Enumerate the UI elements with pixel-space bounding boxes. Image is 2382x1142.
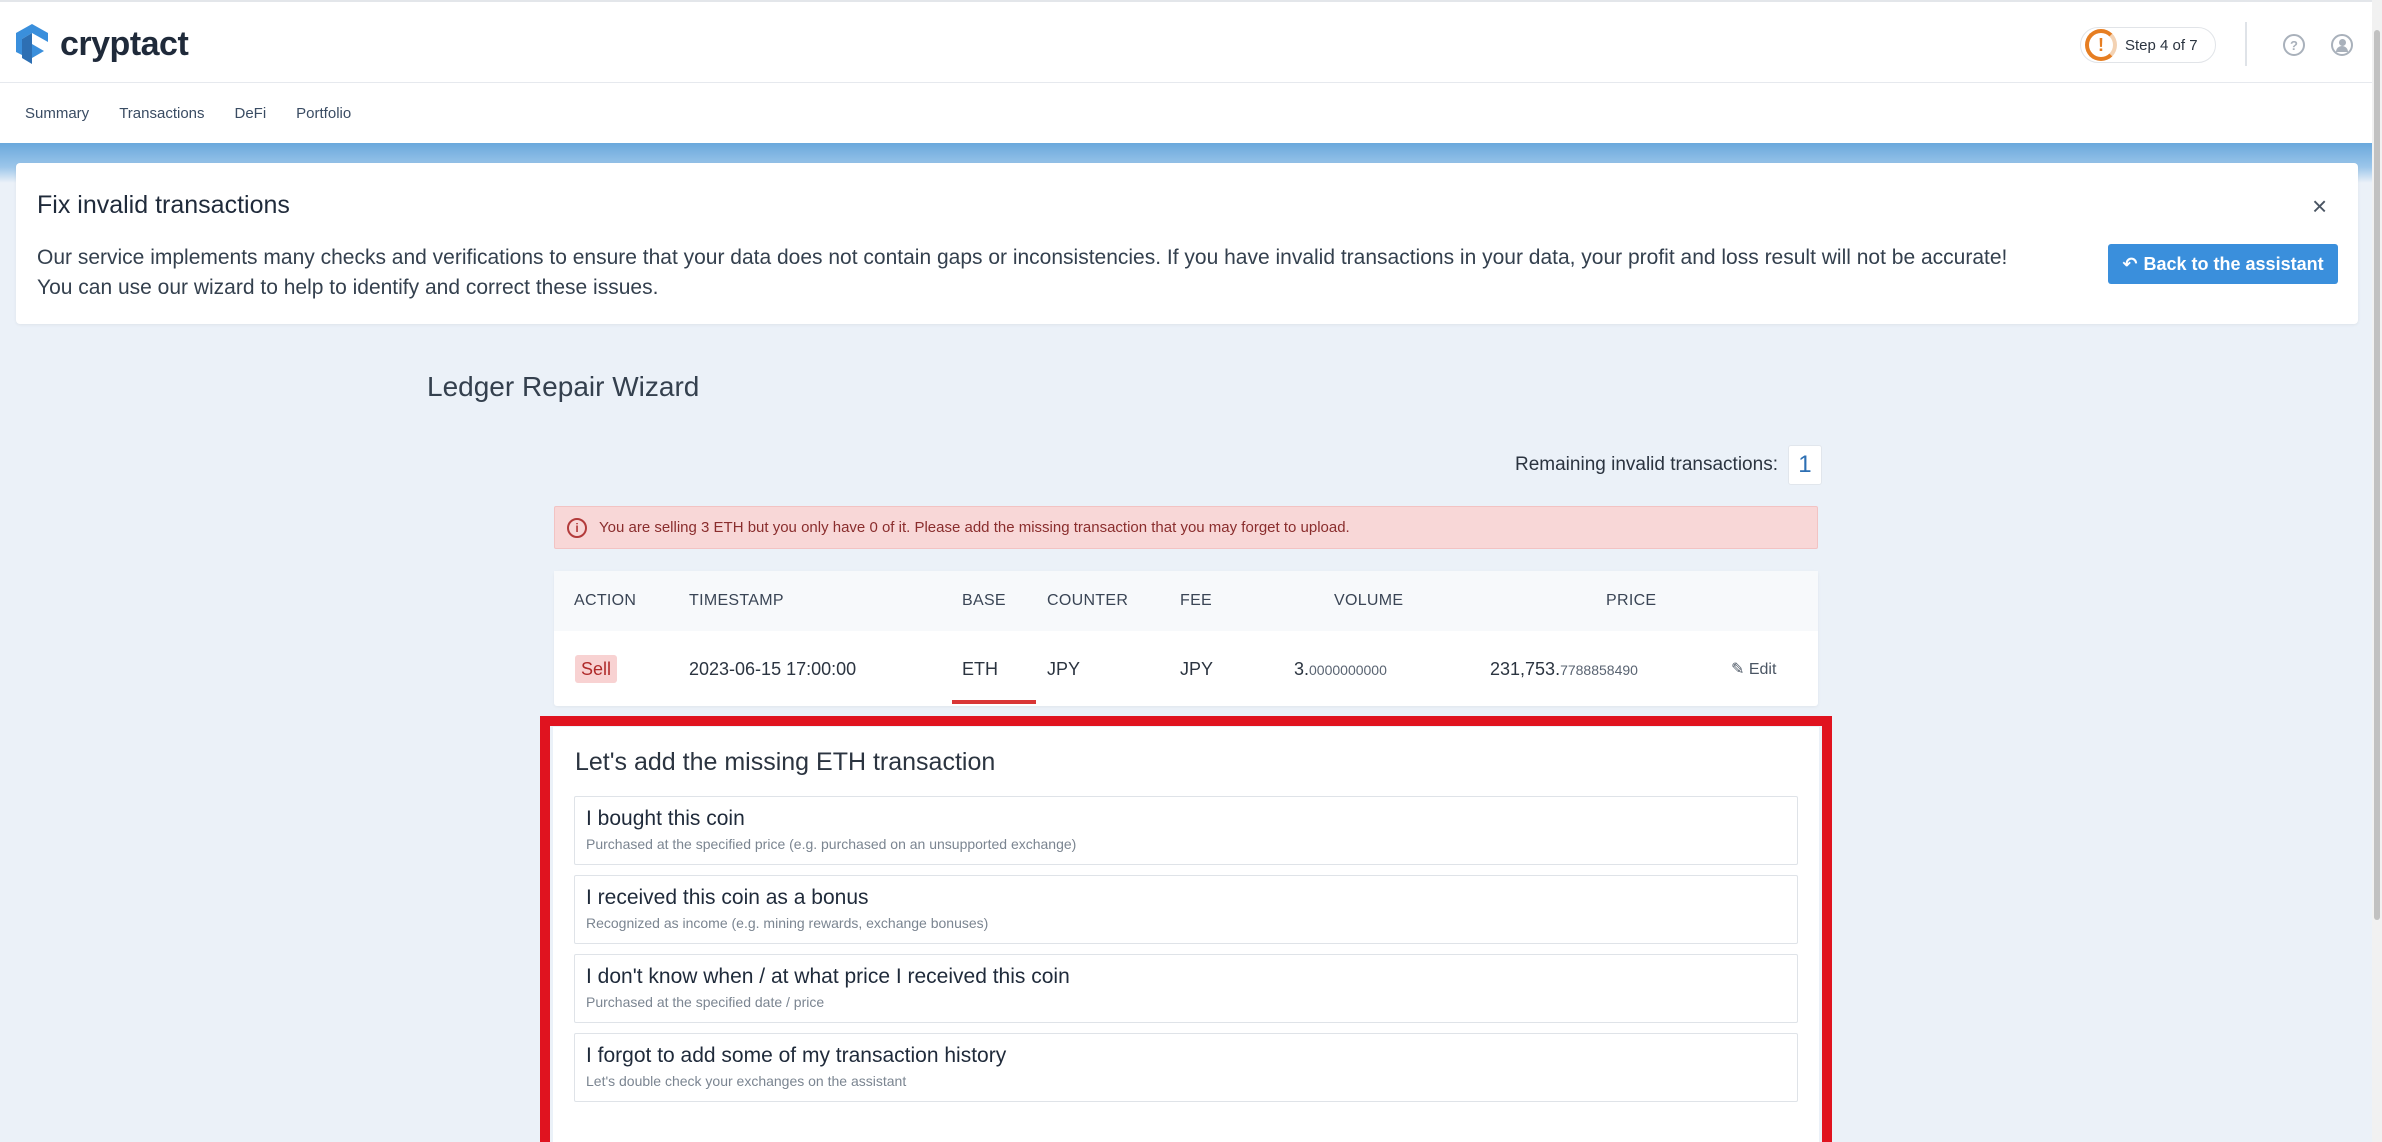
user-icon[interactable]: [2331, 34, 2353, 56]
base-highlight-underline: [952, 700, 1036, 704]
volume-decimals: 0000000000: [1309, 662, 1387, 678]
back-arrow-icon: ↶: [2122, 253, 2138, 274]
fix-card-description: Our service implements many checks and v…: [37, 243, 2037, 303]
column-header-base: BASE: [962, 592, 1006, 609]
column-header-action: ACTION: [574, 592, 637, 609]
wizard-title: Ledger Repair Wizard: [427, 371, 700, 402]
nav-item-transactions[interactable]: Transactions: [119, 105, 204, 122]
volume-integer: 3.: [1294, 659, 1310, 679]
back-to-assistant-button[interactable]: ↶ Back to the assistant: [2108, 244, 2338, 284]
scrollbar[interactable]: [2372, 0, 2382, 1142]
nav-item-summary[interactable]: Summary: [25, 105, 89, 122]
column-header-counter: COUNTER: [1047, 592, 1129, 609]
fix-card-text-line2: You can use our wizard to help to identi…: [37, 276, 659, 299]
counter-cell: JPY: [1047, 659, 1081, 679]
fix-card-title: Fix invalid transactions: [37, 191, 290, 219]
remaining-count: 1: [1787, 445, 1822, 485]
transaction-table: ACTION TIMESTAMP BASE COUNTER FEE VOLUME…: [554, 571, 1818, 706]
question-icon[interactable]: ?: [2283, 34, 2305, 56]
close-icon[interactable]: ×: [2312, 191, 2327, 222]
edit-button[interactable]: ✎ Edit: [1731, 659, 1776, 679]
fee-cell: JPY: [1180, 659, 1214, 679]
column-header-volume: VOLUME: [1334, 592, 1404, 609]
nav-item-defi[interactable]: DeFi: [235, 105, 267, 122]
step-text: Step 4 of 7: [2125, 36, 2198, 54]
price-decimals: 7788858490: [1560, 662, 1638, 678]
price-cell: 231,753.7788858490: [1490, 659, 1638, 680]
edit-label: Edit: [1748, 661, 1777, 678]
volume-cell: 3.0000000000: [1294, 659, 1387, 680]
back-button-label: Back to the assistant: [2143, 253, 2324, 274]
main-nav: Summary Transactions DeFi Portfolio: [0, 83, 2382, 143]
step-progress-pill[interactable]: ! Step 4 of 7: [2080, 27, 2216, 63]
logo[interactable]: cryptact: [14, 22, 189, 66]
remaining-counter: Remaining invalid transactions: 1: [1515, 445, 1822, 485]
timestamp-cell: 2023-06-15 17:00:00: [689, 659, 857, 679]
highlight-frame: [540, 716, 1832, 1142]
info-icon: i: [567, 517, 587, 538]
error-alert: i You are selling 3 ETH but you only hav…: [554, 506, 1818, 549]
exclamation-icon: !: [2085, 29, 2117, 61]
scroll-thumb[interactable]: [2374, 30, 2380, 920]
table-header: ACTION TIMESTAMP BASE COUNTER FEE VOLUME…: [554, 571, 1818, 631]
column-header-timestamp: TIMESTAMP: [689, 592, 784, 609]
price-integer: 231,753.: [1490, 659, 1561, 679]
column-header-price: PRICE: [1606, 592, 1657, 609]
cryptact-logo-icon: [16, 24, 48, 64]
action-badge: Sell: [575, 655, 617, 683]
alert-text: You are selling 3 ETH but you only have …: [599, 519, 1350, 536]
edit-icon: ✎: [1731, 661, 1745, 678]
top-bar: cryptact ! Step 4 of 7 ?: [0, 0, 2382, 83]
column-header-fee: FEE: [1180, 592, 1213, 609]
fix-card-text-line1: Our service implements many checks and v…: [37, 246, 2008, 269]
fix-invalid-card: Fix invalid transactions × Our service i…: [16, 163, 2358, 324]
base-cell: ETH: [962, 659, 998, 679]
header-divider: [2245, 22, 2247, 66]
remaining-label: Remaining invalid transactions:: [1515, 454, 1778, 475]
nav-item-portfolio[interactable]: Portfolio: [296, 105, 351, 122]
logo-text: cryptact: [60, 24, 189, 63]
